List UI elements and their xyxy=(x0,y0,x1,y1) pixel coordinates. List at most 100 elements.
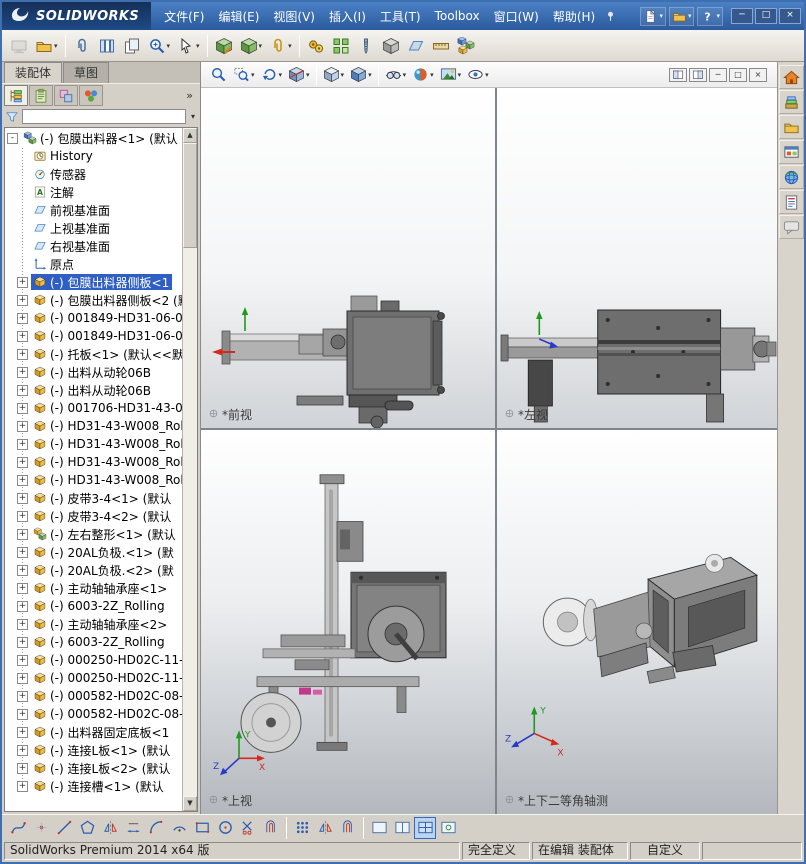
tree-item[interactable]: + (-) 托板<1> (默认<<默 xyxy=(5,345,182,363)
file-explorer-tab[interactable] xyxy=(778,115,804,139)
doc-restore-button[interactable]: □ xyxy=(729,67,747,82)
expand-toggle[interactable]: + xyxy=(17,312,28,324)
view-palette-tab[interactable] xyxy=(778,140,804,164)
view-orientation-button[interactable]: ▾ xyxy=(320,64,348,86)
tree-item[interactable]: + (-) 001706-HD31-43-0 xyxy=(5,399,182,417)
view-settings-button[interactable]: ▾ xyxy=(464,64,492,86)
expand-toggle[interactable]: + xyxy=(17,564,28,576)
component-columns-button[interactable] xyxy=(95,33,119,59)
display-style-button[interactable]: ▾ xyxy=(347,64,375,86)
status-customize[interactable]: 自定义 xyxy=(630,842,700,860)
viewport-isometric[interactable]: Y X Z *上下二等角轴测 xyxy=(497,430,777,814)
tree-item[interactable]: + (-) 连接L板<1> (默认 xyxy=(5,741,182,759)
expand-toggle[interactable]: + xyxy=(17,672,28,684)
expand-toggle[interactable]: + xyxy=(17,600,28,612)
select-tools-button[interactable]: ▾ xyxy=(174,33,203,59)
single-view-button[interactable] xyxy=(368,817,390,839)
hide-show-items-button[interactable]: ▾ xyxy=(382,64,410,86)
tree-item[interactable]: + (-) 包膜出料器侧板<2 (默 xyxy=(5,291,182,309)
tangent-arc-button[interactable] xyxy=(145,817,167,839)
expand-toggle[interactable]: + xyxy=(17,762,28,774)
tree-item[interactable]: + (-) 出料从动轮06B xyxy=(5,381,182,399)
menu-file[interactable]: 文件(F) xyxy=(157,6,211,27)
expand-toggle[interactable]: + xyxy=(17,366,28,378)
tree-item[interactable]: + (-) 000250-HD02C-11- xyxy=(5,651,182,669)
convert-entities-button[interactable] xyxy=(337,817,359,839)
assembly-features-button[interactable] xyxy=(379,33,403,59)
design-library-tab[interactable] xyxy=(778,90,804,114)
tree-item[interactable]: + (-) 6003-2Z_Rolling xyxy=(5,633,182,651)
expand-toggle[interactable]: + xyxy=(17,474,28,486)
expand-toggle[interactable]: + xyxy=(17,636,28,648)
solidworks-resources-tab[interactable] xyxy=(778,65,804,89)
tree-item[interactable]: + (-) 001849-HD31-06-0 xyxy=(5,327,182,345)
expand-toggle[interactable]: + xyxy=(17,726,28,738)
menu-tools[interactable]: 工具(T) xyxy=(373,6,428,27)
panel-overflow-chevron[interactable]: » xyxy=(181,89,198,102)
measure-button[interactable] xyxy=(429,33,453,59)
smart-fasteners-button[interactable] xyxy=(354,33,378,59)
open-document-button[interactable]: ▾ xyxy=(668,6,695,26)
tree-item[interactable]: + (-) 20AL负极.<1> (默 xyxy=(5,543,182,561)
reference-geometry-button[interactable] xyxy=(404,33,428,59)
insert-components-button[interactable]: ▾ xyxy=(237,33,266,59)
expand-toggle[interactable]: + xyxy=(17,294,28,306)
viewport-front[interactable]: *前视 xyxy=(201,88,495,428)
edit-component-button[interactable] xyxy=(212,33,236,59)
tree-item[interactable]: + (-) 6003-2Z_Rolling xyxy=(5,597,182,615)
exploded-view-button[interactable] xyxy=(454,33,478,59)
offset-entities-button[interactable] xyxy=(260,817,282,839)
tree-item[interactable]: + (-) HD31-43-W008_Rol xyxy=(5,435,182,453)
edit-appearance-button[interactable]: ▾ xyxy=(409,64,437,86)
zoom-to-fit-button[interactable] xyxy=(207,64,230,86)
graphics-area[interactable]: *前视 *左视 Y X Z *上视 Y X Z *上下二等角轴测 xyxy=(201,88,777,814)
four-view-button[interactable] xyxy=(414,816,436,839)
expand-toggle[interactable]: + xyxy=(17,438,28,450)
tree-item[interactable]: + (-) 000250-HD02C-11- xyxy=(5,669,182,687)
corner-rectangle-button[interactable] xyxy=(191,817,213,839)
expand-toggle[interactable]: + xyxy=(17,618,28,630)
apply-scene-button[interactable]: ▾ xyxy=(437,64,465,86)
maximize-button[interactable]: □ xyxy=(755,8,777,24)
tree-item[interactable]: - (-) 包膜出料器<1> (默认 xyxy=(5,129,182,147)
mirror-entities-button[interactable] xyxy=(314,817,336,839)
help-button[interactable]: ? ▾ xyxy=(697,6,723,26)
doc-minimize-button[interactable]: ─ xyxy=(709,67,727,82)
filter-caret-icon[interactable]: ▾ xyxy=(189,112,197,121)
expand-toggle[interactable]: + xyxy=(17,744,28,756)
tree-item[interactable]: A 注解 xyxy=(5,183,182,201)
expand-toggle[interactable]: + xyxy=(17,582,28,594)
tab-assembly[interactable]: 装配体 xyxy=(4,62,63,83)
tree-item[interactable]: + (-) HD31-43-W008_Rol xyxy=(5,471,182,489)
line-button[interactable] xyxy=(53,817,75,839)
collapse-toggle[interactable]: - xyxy=(7,132,18,144)
previous-view-button[interactable]: ▾ xyxy=(258,64,286,86)
tree-item[interactable]: + (-) 出料从动轮06B xyxy=(5,363,182,381)
tree-item[interactable]: + (-) HD31-43-W008_Rol xyxy=(5,453,182,471)
menu-window[interactable]: 窗口(W) xyxy=(487,6,546,27)
linear-component-pattern-button[interactable] xyxy=(329,33,353,59)
menu-help[interactable]: 帮助(H) xyxy=(546,6,602,27)
expand-toggle[interactable]: + xyxy=(17,654,28,666)
tree-item[interactable]: + (-) 主动轴轴承座<1> xyxy=(5,579,182,597)
tree-item[interactable]: + (-) 连接L板<2> (默认 xyxy=(5,759,182,777)
dynamic-mirror-button[interactable] xyxy=(99,817,121,839)
smart-dimension-button[interactable] xyxy=(122,817,144,839)
doc-split-left-button[interactable] xyxy=(669,67,687,82)
expand-toggle[interactable]: + xyxy=(17,348,28,360)
tree-item[interactable]: + (-) 主动轴轴承座<2> xyxy=(5,615,182,633)
menu-view[interactable]: 视图(V) xyxy=(266,6,322,27)
spline-button[interactable] xyxy=(7,817,29,839)
section-view-button[interactable]: ▾ xyxy=(285,64,313,86)
close-button[interactable]: × xyxy=(779,8,801,24)
expand-toggle[interactable]: + xyxy=(17,330,28,342)
scrollbar-thumb[interactable] xyxy=(183,143,197,248)
configurationmanager-tab[interactable] xyxy=(54,85,78,106)
displaymanager-tab[interactable] xyxy=(79,85,103,106)
expand-toggle[interactable]: + xyxy=(17,402,28,414)
three-point-arc-button[interactable] xyxy=(168,817,190,839)
propertymanager-tab[interactable] xyxy=(29,85,53,106)
tree-item[interactable]: + (-) 000582-HD02C-08- xyxy=(5,687,182,705)
two-view-button[interactable] xyxy=(391,817,413,839)
menu-insert[interactable]: 插入(I) xyxy=(322,6,373,27)
